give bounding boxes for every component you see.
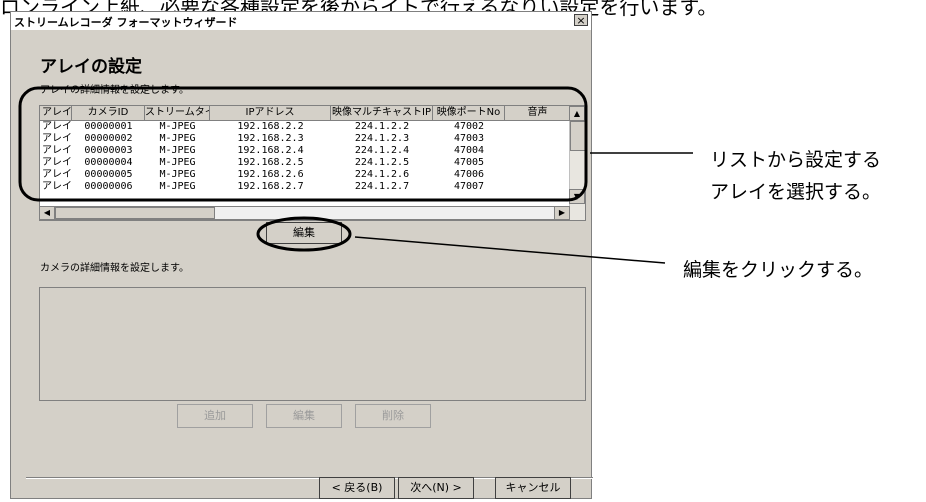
- cell-multicast-ip: 224.1.2.2: [354, 121, 410, 132]
- add-camera-button[interactable]: 追加: [177, 404, 253, 428]
- array-description: アレイの詳細情報を設定します。: [40, 85, 189, 96]
- vertical-scrollbar[interactable]: ▲ ▼: [569, 106, 585, 220]
- cell-array: アレイ00: [42, 121, 72, 132]
- horizontal-scroll-thumb[interactable]: [55, 207, 215, 219]
- window-title: ストリームレコーダ フォーマットウィザード: [14, 16, 238, 29]
- scroll-down-arrow-icon[interactable]: ▼: [569, 189, 585, 204]
- cell-stream-type: M-JPEG: [159, 145, 196, 156]
- close-button[interactable]: ×: [574, 14, 588, 26]
- cell-video-port: 47007: [453, 181, 485, 192]
- scroll-left-arrow-icon[interactable]: ◀: [39, 206, 55, 220]
- camera-description: カメラの詳細情報を設定します。: [40, 263, 189, 274]
- column-header-video-multicast-ip[interactable]: 映像マルチキャストIP: [331, 106, 433, 121]
- cell-multicast-ip: 224.1.2.5: [354, 157, 410, 168]
- cell-multicast-ip: 224.1.2.7: [354, 181, 410, 192]
- cell-ip-address: 192.168.2.5: [237, 157, 304, 168]
- cell-multicast-ip: 224.1.2.3: [354, 133, 410, 144]
- table-row[interactable]: アレイ05 00000006 M-JPEG 192.168.2.7 224.1.…: [40, 181, 571, 193]
- page-title: アレイの設定: [40, 57, 142, 77]
- cell-ip-address: 192.168.2.6: [237, 169, 304, 180]
- cell-video-port: 47003: [453, 133, 485, 144]
- scroll-right-arrow-icon[interactable]: ▶: [554, 206, 570, 220]
- cancel-button[interactable]: キャンセル: [495, 477, 571, 499]
- back-button[interactable]: < 戻る(B): [319, 477, 395, 499]
- cell-stream-type: M-JPEG: [159, 181, 196, 192]
- delete-camera-button[interactable]: 削除: [355, 404, 431, 428]
- cell-stream-type: M-JPEG: [159, 157, 196, 168]
- column-header-audio[interactable]: 音声: [505, 106, 571, 121]
- next-button[interactable]: 次へ(N) >: [398, 477, 474, 499]
- table-row[interactable]: アレイ04 00000005 M-JPEG 192.168.2.6 224.1.…: [40, 169, 571, 181]
- table-row[interactable]: アレイ03 00000004 M-JPEG 192.168.2.5 224.1.…: [40, 157, 571, 169]
- scroll-up-arrow-icon[interactable]: ▲: [569, 106, 585, 121]
- cell-array: アレイ04: [42, 169, 72, 180]
- list-note-line2: アレイを選択する。: [710, 181, 882, 203]
- cell-array: アレイ03: [42, 157, 72, 168]
- cell-stream-type: M-JPEG: [159, 169, 196, 180]
- cell-video-port: 47006: [453, 169, 485, 180]
- table-row[interactable]: アレイ02 00000003 M-JPEG 192.168.2.4 224.1.…: [40, 145, 571, 157]
- cell-camera-id: 00000003: [84, 145, 133, 156]
- cell-multicast-ip: 224.1.2.6: [354, 169, 410, 180]
- cell-video-port: 47002: [453, 121, 485, 132]
- column-header-camera-id[interactable]: カメラID: [72, 106, 145, 121]
- cell-ip-address: 192.168.2.3: [237, 133, 304, 144]
- cell-stream-type: M-JPEG: [159, 121, 196, 132]
- cell-ip-address: 192.168.2.7: [237, 181, 304, 192]
- horizontal-scrollbar[interactable]: ◀ ▶: [39, 206, 570, 220]
- cell-camera-id: 00000004: [84, 157, 133, 168]
- cell-stream-type: M-JPEG: [159, 133, 196, 144]
- column-header-stream-type[interactable]: ストリームタイプ: [145, 106, 210, 121]
- list-note-line1: リストから設定する: [710, 149, 882, 171]
- cell-camera-id: 00000002: [84, 133, 133, 144]
- title-bar: ストリームレコーダ フォーマットウィザード ×: [11, 12, 591, 30]
- table-row[interactable]: アレイ01 00000002 M-JPEG 192.168.2.3 224.1.…: [40, 133, 571, 145]
- cell-camera-id: 00000006: [84, 181, 133, 192]
- cell-array: アレイ02: [42, 145, 72, 156]
- cell-array: アレイ05: [42, 181, 72, 192]
- format-wizard-dialog: ストリームレコーダ フォーマットウィザード × アレイの設定 アレイの詳細情報を…: [10, 11, 593, 499]
- array-edit-button[interactable]: 編集: [266, 222, 342, 244]
- cell-video-port: 47004: [453, 145, 485, 156]
- camera-detail-area: [39, 287, 586, 401]
- cell-multicast-ip: 224.1.2.4: [354, 145, 410, 156]
- column-header-ip-address[interactable]: IPアドレス: [210, 106, 331, 121]
- column-header-video-port[interactable]: 映像ポートNo: [433, 106, 505, 121]
- edit-camera-button[interactable]: 編集: [266, 404, 342, 428]
- array-table: アレイ カメラID ストリームタイプ IPアドレス 映像マルチキャストIP 映像…: [40, 106, 571, 193]
- column-header-array[interactable]: アレイ: [40, 106, 72, 121]
- cell-ip-address: 192.168.2.2: [237, 121, 304, 132]
- cell-camera-id: 00000005: [84, 169, 133, 180]
- cell-video-port: 47005: [453, 157, 485, 168]
- edit-note: 編集をクリックする。: [683, 259, 874, 281]
- vertical-scroll-thumb[interactable]: [570, 121, 585, 151]
- array-table-header: アレイ カメラID ストリームタイプ IPアドレス 映像マルチキャストIP 映像…: [40, 106, 571, 121]
- table-row[interactable]: アレイ00 00000001 M-JPEG 192.168.2.2 224.1.…: [40, 121, 571, 133]
- array-list[interactable]: アレイ カメラID ストリームタイプ IPアドレス 映像マルチキャストIP 映像…: [39, 105, 586, 221]
- cell-array: アレイ01: [42, 133, 72, 144]
- cell-ip-address: 192.168.2.4: [237, 145, 304, 156]
- cell-camera-id: 00000001: [84, 121, 133, 132]
